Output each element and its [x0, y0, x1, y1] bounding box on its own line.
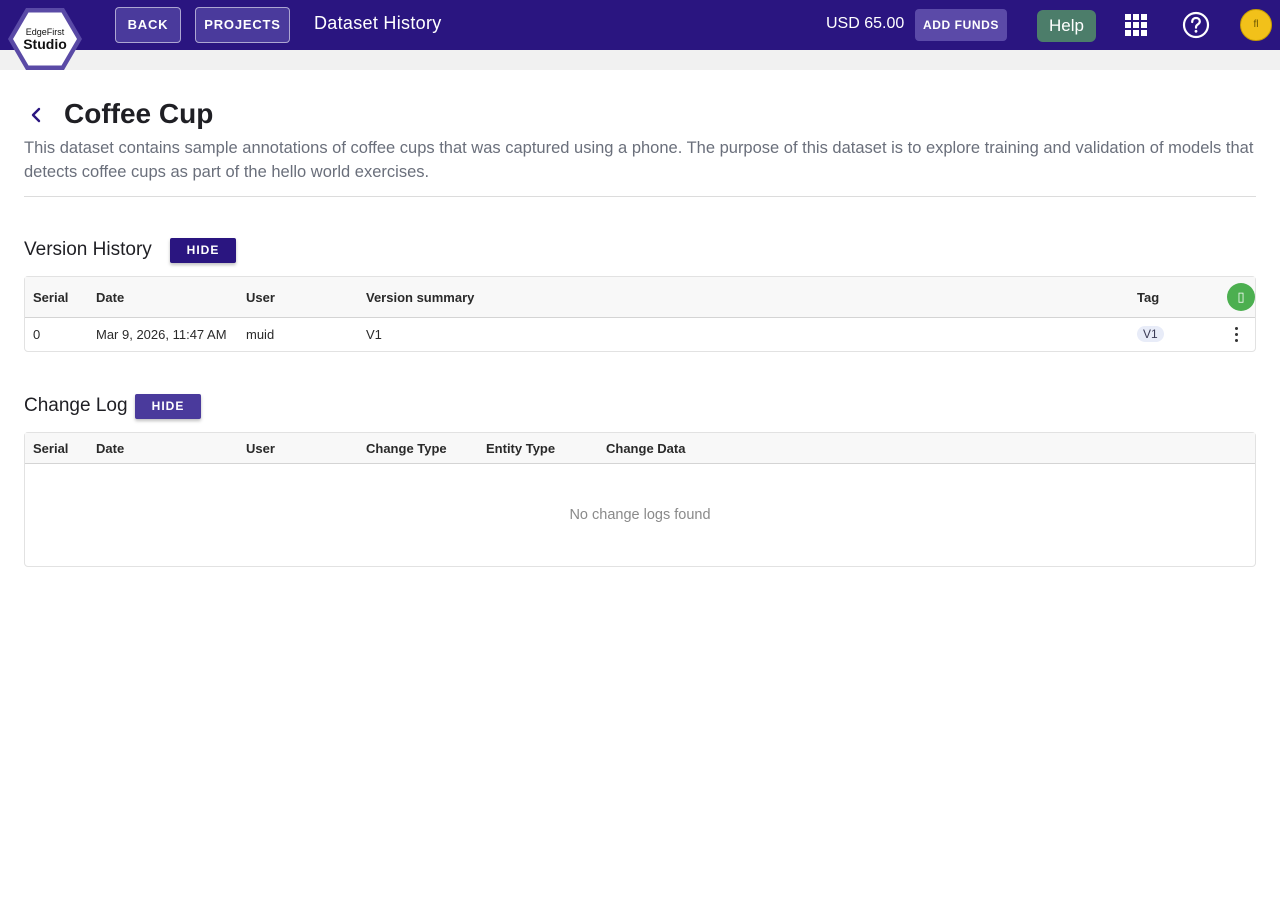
help-circle-icon[interactable] [1182, 11, 1210, 39]
column-date[interactable]: Date [96, 290, 124, 305]
back-button[interactable]: BACK [115, 7, 181, 43]
column-user[interactable]: User [246, 290, 275, 305]
edgefirst-studio-logo[interactable]: EdgeFirst Studio [6, 6, 84, 72]
column-serial[interactable]: Serial [33, 441, 68, 456]
column-entity-type[interactable]: Entity Type [486, 441, 555, 456]
user-avatar[interactable]: fl [1240, 9, 1272, 41]
dataset-title: Coffee Cup [64, 98, 214, 129]
projects-button[interactable]: PROJECTS [195, 7, 290, 43]
dataset-description: This dataset contains sample annotations… [24, 139, 1254, 181]
chevron-left-icon[interactable] [28, 105, 44, 125]
cell-date: Mar 9, 2026, 11:47 AM [96, 327, 227, 342]
change-log-title: Change Log [24, 395, 128, 416]
help-button[interactable]: Help [1037, 10, 1096, 42]
divider [24, 196, 1256, 197]
version-history-title: Version History [24, 239, 152, 260]
more-options-icon[interactable] [1233, 324, 1241, 344]
account-balance: USD 65.00 [826, 15, 905, 32]
version-history-table: Serial Date User Version summary Tag ▯ 0… [24, 276, 1256, 352]
version-history-hide-button[interactable]: HIDE [170, 238, 236, 263]
column-change-type[interactable]: Change Type [366, 441, 447, 456]
logo-title: Studio [23, 36, 67, 52]
column-change-data[interactable]: Change Data [606, 441, 685, 456]
cell-summary: V1 [366, 327, 382, 342]
tag-chip[interactable]: V1 [1137, 326, 1164, 342]
cell-serial: 0 [33, 327, 41, 342]
column-version-summary[interactable]: Version summary [366, 290, 474, 305]
empty-state-message: No change logs found [569, 507, 711, 523]
column-date[interactable]: Date [96, 441, 124, 456]
table-row[interactable]: 0 Mar 9, 2026, 11:47 AM muid V1 V1 [25, 318, 1255, 351]
table-header: Serial Date User Change Type Entity Type… [25, 433, 1255, 464]
column-tag[interactable]: Tag [1137, 290, 1159, 305]
cell-user: muid [246, 327, 275, 342]
add-version-icon[interactable]: ▯ [1227, 283, 1255, 311]
sub-header-strip [0, 50, 1280, 70]
change-log-hide-button[interactable]: HIDE [135, 394, 201, 419]
table-header: Serial Date User Version summary Tag ▯ [25, 277, 1255, 318]
top-navigation-bar: BACK PROJECTS Dataset History USD 65.00 … [0, 0, 1280, 50]
change-log-table: Serial Date User Change Type Entity Type… [24, 432, 1256, 567]
page-header-title: Dataset History [314, 13, 442, 33]
column-user[interactable]: User [246, 441, 275, 456]
add-funds-button[interactable]: ADD FUNDS [915, 9, 1007, 41]
apps-grid-icon[interactable] [1125, 14, 1147, 36]
column-serial[interactable]: Serial [33, 290, 68, 305]
